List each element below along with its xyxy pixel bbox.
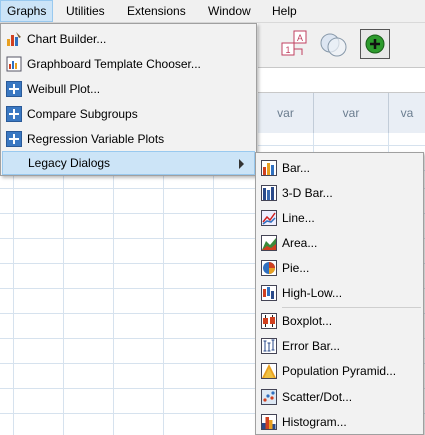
menu-item-label: Boxplot... [282,314,333,328]
submenu-arrow-icon [239,159,244,169]
line-chart-icon [261,210,277,226]
high-low-icon [261,285,277,301]
menu-bar: Graphs Utilities Extensions Window Help [0,0,425,23]
menu-help-label: Help [272,4,297,18]
menu-item-error-bar[interactable]: Error Bar... [257,334,422,358]
boxplot-icon [261,313,277,329]
column-header-var-2[interactable]: var [314,93,389,133]
menu-item-label: Histogram... [282,415,347,429]
menu-item-label: Error Bar... [282,339,341,353]
menu-utilities-label: Utilities [66,4,105,18]
show-all-variables-button[interactable] [360,29,390,59]
menu-item-label: Pie... [282,261,310,275]
menu-item-pie[interactable]: Pie... [257,256,422,280]
menu-item-label: Graphboard Template Chooser... [27,57,201,71]
menu-graphs-label: Graphs [7,4,47,18]
3d-bar-icon [261,185,277,201]
bar-chart-icon [261,160,277,176]
menu-item-label: Chart Builder... [27,32,107,46]
menu-item-3d-bar[interactable]: 3-D Bar... [257,181,422,205]
menu-window-label: Window [208,4,251,18]
menu-item-label: Compare Subgroups [27,107,138,121]
menu-item-label: Weibull Plot... [27,82,101,96]
menu-item-scatter-dot[interactable]: Scatter/Dot... [257,385,422,409]
column-headers: var var va [258,93,425,133]
use-sets-button[interactable] [318,29,348,59]
column-header-var-1[interactable]: var [258,93,314,133]
svg-text:A: A [297,33,303,43]
menu-extensions-label: Extensions [127,4,186,18]
value-labels-button[interactable]: A 1 [280,29,310,59]
menu-item-compare-subgroups[interactable]: Compare Subgroups [2,102,255,126]
menu-item-population-pyramid[interactable]: Population Pyramid... [257,359,422,383]
error-bar-icon [261,338,277,354]
menu-item-label: Area... [282,236,318,250]
menu-item-label: Scatter/Dot... [282,390,353,404]
svg-text:1: 1 [285,45,290,55]
column-header-label: var [277,106,294,120]
plus-icon [6,131,22,147]
menu-item-area[interactable]: Area... [257,231,422,255]
graphs-menu: Chart Builder... Graphboard Template Cho… [0,23,257,176]
menu-item-label: Bar... [282,161,311,175]
menu-item-high-low[interactable]: High-Low... [257,281,422,305]
use-sets-icon [320,33,347,57]
column-header-label: var [342,106,360,120]
value-labels-icon: A 1 [281,30,307,56]
menu-extensions[interactable]: Extensions [121,0,192,22]
menu-item-boxplot[interactable]: Boxplot... [257,309,422,333]
scatter-icon [261,389,277,405]
menu-item-label: 3-D Bar... [282,186,333,200]
menu-item-weibull-plot[interactable]: Weibull Plot... [2,77,255,101]
menu-graphs[interactable]: Graphs [0,0,54,22]
chart-builder-icon [7,32,21,46]
graphboard-icon [6,56,22,72]
pie-chart-icon [261,260,277,276]
menu-item-legacy-dialogs[interactable]: Legacy Dialogs [2,151,255,175]
column-header-var-3[interactable]: va [389,93,425,133]
toolbar: A 1 [258,23,425,67]
area-chart-icon [261,235,277,251]
menu-item-bar[interactable]: Bar... [257,156,422,180]
add-circle-icon [365,34,385,54]
column-header-label: va [400,106,414,120]
plus-icon [6,81,22,97]
menu-item-label: High-Low... [282,286,343,300]
menu-utilities[interactable]: Utilities [60,0,111,22]
legacy-dialogs-submenu: Bar... 3-D Bar... Line... Area... Pie...… [255,152,424,435]
menu-window[interactable]: Window [202,0,257,22]
menu-help[interactable]: Help [266,0,303,22]
cell-editor-strip[interactable] [258,67,425,93]
menu-item-graphboard-template-chooser[interactable]: Graphboard Template Chooser... [2,52,255,76]
menu-item-regression-variable-plots[interactable]: Regression Variable Plots [2,127,255,151]
menu-separator [282,307,421,308]
menu-item-label: Legacy Dialogs [28,156,111,170]
plus-icon [6,106,22,122]
menu-item-histogram[interactable]: Histogram... [257,410,422,434]
histogram-icon [261,414,277,430]
menu-item-line[interactable]: Line... [257,206,422,230]
menu-item-label: Population Pyramid... [282,364,397,378]
menu-item-chart-builder[interactable]: Chart Builder... [2,27,255,51]
population-pyramid-icon [261,363,277,379]
menu-item-label: Line... [282,211,315,225]
menu-item-label: Regression Variable Plots [27,132,165,146]
